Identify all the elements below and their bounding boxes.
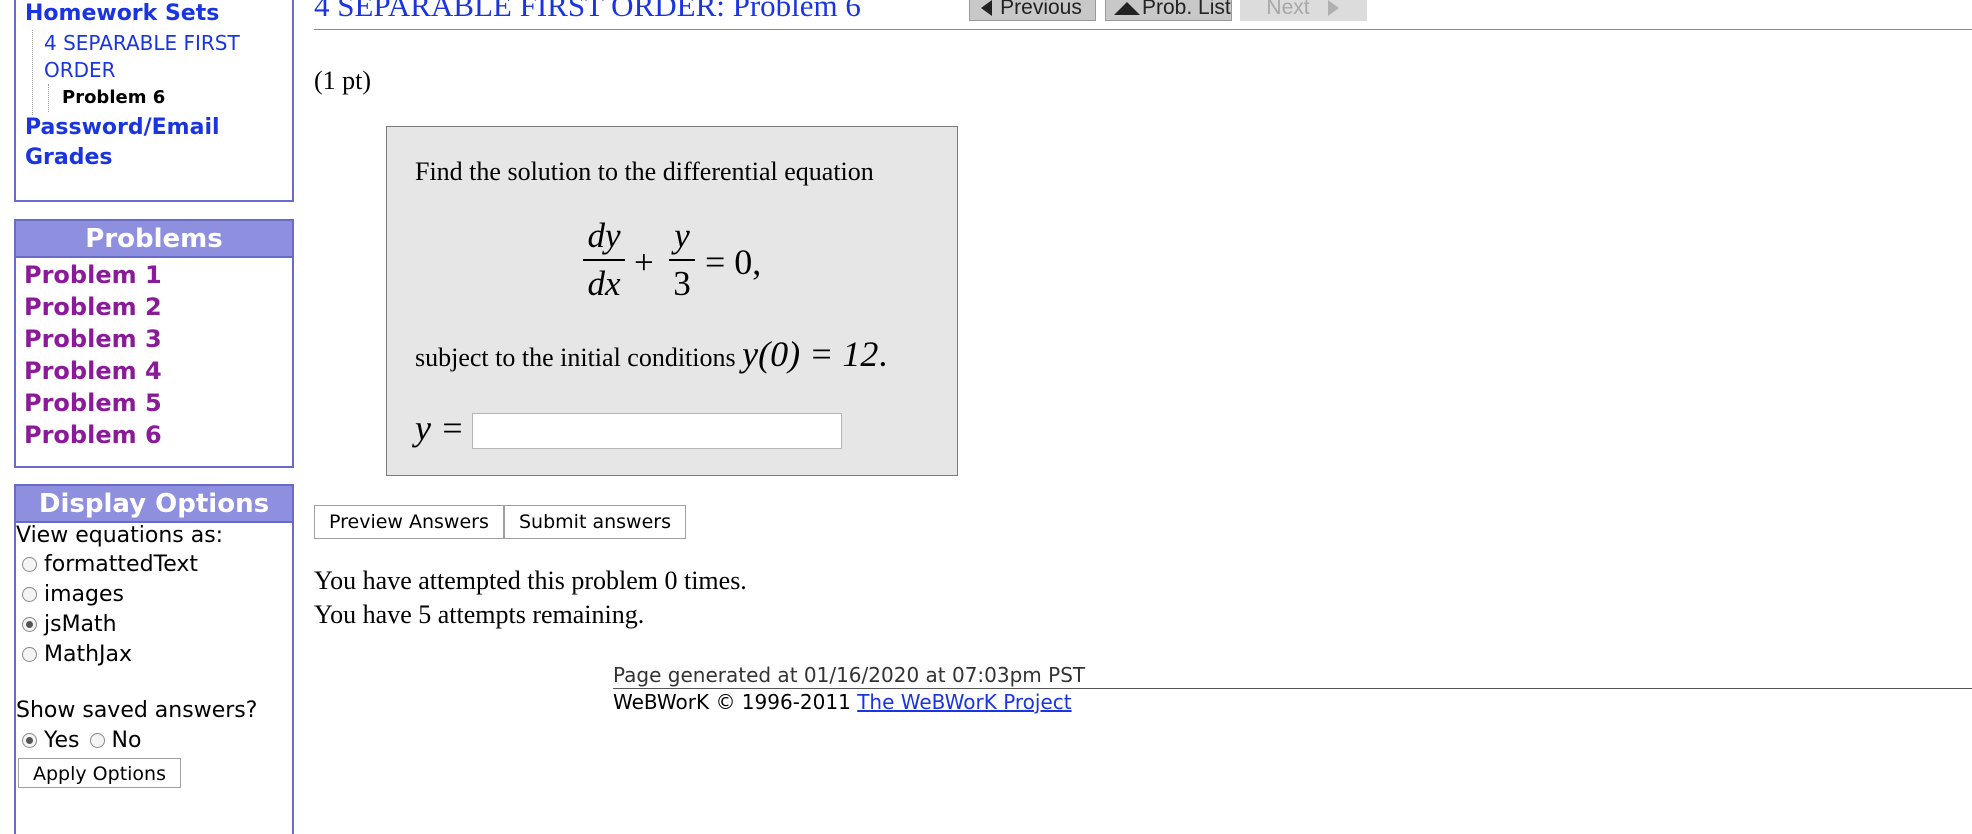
radio-button-checked[interactable] <box>22 733 37 748</box>
webwork-project-link[interactable]: The WeBWorK Project <box>857 690 1071 714</box>
set-link[interactable]: 4 SEPARABLE FIRST ORDER <box>44 30 264 84</box>
list-item: Problem 2 <box>24 291 292 323</box>
equation-rhs: = 0, <box>705 242 762 282</box>
condition-period: . <box>878 334 888 374</box>
mode-jsmath-option[interactable]: jsMath <box>22 612 117 637</box>
attempts-remaining: You have 5 attempts remaining. <box>314 600 645 629</box>
display-options-panel: Display Options View equations as: forma… <box>14 484 294 834</box>
next-label: Next <box>1266 0 1310 19</box>
mode-formattedtext-option[interactable]: formattedText <box>22 552 198 577</box>
fraction-denominator: dx <box>587 264 621 303</box>
mode-label: MathJax <box>44 642 133 667</box>
problem-2-link[interactable]: Problem 2 <box>24 293 162 321</box>
problem-6-link[interactable]: Problem 6 <box>24 421 162 449</box>
footer-copyright: WeBWorK © 1996-2011 The WeBWorK Project <box>613 690 1072 714</box>
radio-button[interactable] <box>22 587 37 602</box>
plus-sign: + <box>634 243 654 282</box>
next-button[interactable]: Next <box>1240 0 1367 21</box>
mode-label: jsMath <box>44 612 117 637</box>
fraction-numerator: y <box>674 216 690 255</box>
footer: Page generated at 01/16/2020 at 07:03pm … <box>613 663 1085 687</box>
arrow-up-icon <box>1114 1 1140 15</box>
no-label: No <box>111 728 142 753</box>
nav-panel: Homework Sets 4 SEPARABLE FIRST ORDER Pr… <box>14 0 294 202</box>
problem-4-link[interactable]: Problem 4 <box>24 357 162 385</box>
list-item: Problem 4 <box>24 355 292 387</box>
page-title: 4 SEPARABLE FIRST ORDER: Problem 6 <box>314 0 861 23</box>
footer-divider <box>613 688 1972 689</box>
differential-equation: dy dx + y 3 = 0, <box>583 213 803 323</box>
view-equations-label: View equations as: <box>16 523 224 548</box>
problems-panel: Problems Problem 1 Problem 2 Problem 3 P… <box>14 219 294 468</box>
tree-guide-nested <box>48 84 49 112</box>
title-divider <box>314 29 1972 30</box>
saved-yes-option[interactable]: Yes No <box>22 728 141 753</box>
condition-math: y(0) = 12 <box>742 334 879 374</box>
answer-label: y = <box>415 408 465 448</box>
problem-statement: Find the solution to the differential eq… <box>386 126 958 476</box>
previous-button[interactable]: Previous <box>969 0 1096 21</box>
problem-list-button[interactable]: Prob. List <box>1105 0 1232 21</box>
previous-label: Previous <box>1000 0 1082 19</box>
initial-condition: subject to the initial conditions y(0) =… <box>415 333 887 375</box>
radio-button[interactable] <box>22 647 37 662</box>
grades-link[interactable]: Grades <box>25 145 113 170</box>
problem-5-link[interactable]: Problem 5 <box>24 389 162 417</box>
list-item: Problem 1 <box>24 259 292 291</box>
dy-dx-fraction: dy dx <box>583 213 625 307</box>
radio-button[interactable] <box>22 557 37 572</box>
problem-3-link[interactable]: Problem 3 <box>24 325 162 353</box>
homework-sets-link[interactable]: Homework Sets <box>25 1 219 26</box>
radio-button-checked[interactable] <box>22 617 37 632</box>
attempts-info: You have attempted this problem 0 times.… <box>314 564 747 632</box>
mode-label: formattedText <box>44 552 199 577</box>
problems-header: Problems <box>16 221 292 258</box>
problem-list: Problem 1 Problem 2 Problem 3 Problem 4 … <box>16 258 292 451</box>
password-email-link[interactable]: Password/Email <box>25 115 220 140</box>
tree-guide <box>32 30 33 115</box>
fraction-numerator: dy <box>587 216 621 255</box>
apply-options-button[interactable]: Apply Options <box>18 758 181 788</box>
mode-mathjax-option[interactable]: MathJax <box>22 642 132 667</box>
mode-images-option[interactable]: images <box>22 582 124 607</box>
problem-list-label: Prob. List <box>1142 0 1231 19</box>
yes-label: Yes <box>44 728 80 753</box>
show-saved-label: Show saved answers? <box>16 698 258 723</box>
list-item: Problem 5 <box>24 387 292 419</box>
list-item: Problem 3 <box>24 323 292 355</box>
mode-label: images <box>44 582 124 607</box>
problem-intro: Find the solution to the differential eq… <box>415 157 874 186</box>
list-item: Problem 6 <box>24 419 292 451</box>
submit-answers-button[interactable]: Submit answers <box>504 505 686 539</box>
page-generated-text: Page generated at 01/16/2020 at 07:03pm … <box>613 663 1086 687</box>
fraction-denominator: 3 <box>673 264 691 303</box>
condition-text: subject to the initial conditions <box>415 343 736 372</box>
display-options-header: Display Options <box>16 486 292 523</box>
points-label: (1 pt) <box>314 66 372 95</box>
preview-answers-button[interactable]: Preview Answers <box>314 505 504 539</box>
radio-button[interactable] <box>89 733 105 748</box>
problem-1-link[interactable]: Problem 1 <box>24 261 162 289</box>
attempts-count: You have attempted this problem 0 times. <box>314 566 747 595</box>
answer-input[interactable] <box>472 413 842 449</box>
y-over-3-fraction: y 3 <box>669 213 695 307</box>
arrow-left-icon <box>981 0 993 17</box>
arrow-right-icon <box>1327 0 1339 17</box>
copyright-text: WeBWorK © 1996-2011 <box>613 690 851 714</box>
current-problem-label: Problem 6 <box>62 87 166 108</box>
